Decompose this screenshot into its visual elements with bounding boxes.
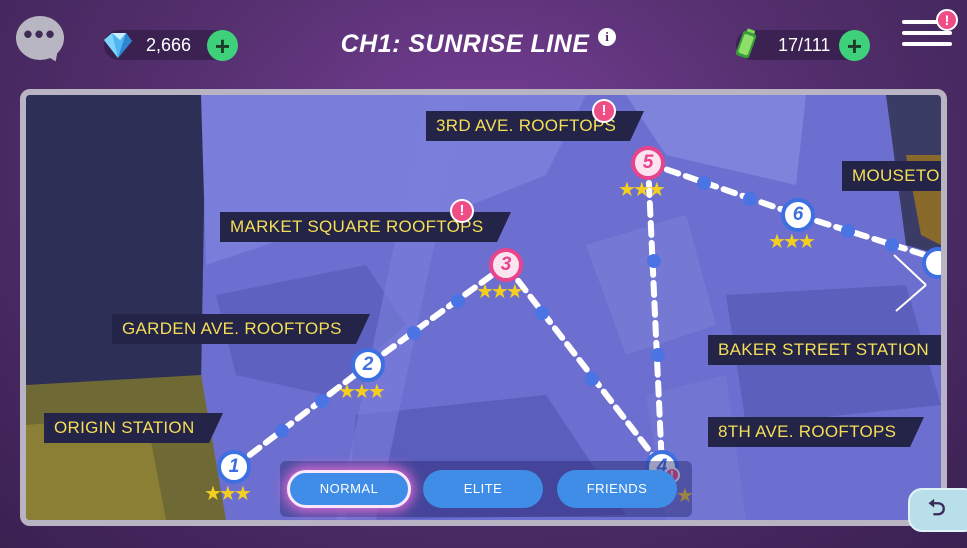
back-button[interactable]: ⮌	[908, 488, 967, 532]
battery-icon	[736, 28, 757, 59]
level-node-6[interactable]: 6	[781, 198, 815, 232]
level-number: 5	[642, 152, 654, 173]
location-label-8th-ave-rooftops: 8TH AVE. ROOFTOPS	[708, 417, 925, 447]
mode-friends-button[interactable]: FRIENDS	[557, 470, 677, 508]
buy-energy-button[interactable]: +	[839, 30, 870, 61]
market-square-alert-badge: !	[450, 199, 474, 223]
level-node-1[interactable]: 1	[217, 450, 251, 484]
level-6-stars: ★★★	[768, 231, 816, 253]
mode-elite-button[interactable]: ELITE	[423, 470, 543, 508]
level-1-stars: ★★★	[204, 483, 252, 505]
location-label-mouseton: MOUSETON	[842, 161, 941, 191]
level-number: 1	[228, 456, 240, 477]
level-number: 3	[500, 254, 512, 275]
location-label-garden-ave-rooftops: GARDEN AVE. ROOFTOPS	[112, 314, 370, 344]
menu-line	[902, 31, 952, 35]
return-arrow-icon: ⮌	[928, 495, 946, 520]
level-number: 2	[362, 354, 374, 375]
level-node-3[interactable]: 3	[489, 248, 523, 282]
level-5-stars: ★★★	[618, 179, 666, 201]
level-node-2[interactable]: 2	[351, 348, 385, 382]
map-background	[26, 95, 941, 520]
level-3-stars: ★★★	[476, 281, 524, 303]
level-node-5[interactable]: 5	[631, 146, 665, 180]
3rd-ave-alert-badge: !	[592, 99, 616, 123]
mode-normal-button[interactable]: NORMAL	[287, 470, 411, 508]
info-icon[interactable]: i	[598, 28, 616, 46]
level-2-stars: ★★★	[338, 381, 386, 403]
energy-counter: 17/111 +	[736, 28, 870, 61]
menu-line	[902, 42, 952, 46]
level-number: 6	[792, 204, 804, 225]
energy-count: 17/111	[778, 34, 831, 55]
location-label-baker-street-station: BAKER STREET STATION	[708, 335, 941, 365]
menu-notification-badge: !	[936, 9, 958, 31]
location-label-origin-station: ORIGIN STATION	[44, 413, 222, 443]
